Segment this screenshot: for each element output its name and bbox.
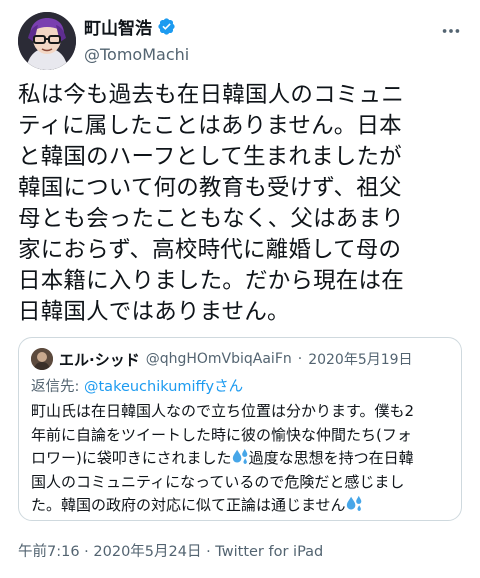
quoted-tweet-text: 町山氏は在日韓国人なので立ち位置は分かります。僕も2 年前に自論をツイートした時… — [31, 400, 455, 518]
meta-separator-2: · — [201, 544, 216, 560]
verified-badge-icon — [158, 18, 175, 35]
sweat-droplets-icon — [346, 495, 361, 511]
more-options-icon[interactable] — [440, 20, 462, 42]
quoted-date: 2020年5月19日 — [308, 352, 413, 368]
author-avatar[interactable] — [18, 12, 76, 70]
avatar-image-icon — [18, 12, 76, 70]
tweet-text: 私は今も過去も在日韓国人のコミュニ ティに属したことはありません。日本 と韓国の… — [18, 82, 404, 325]
reply-context: 返信先: @takeuchikumiffyさん — [31, 375, 243, 396]
tweet-header: 町山智浩 @TomoMachi — [18, 12, 468, 76]
meta-separator: · — [79, 544, 94, 560]
quoted-avatar-image-icon — [31, 348, 53, 370]
tweet-source[interactable]: Twitter for iPad — [215, 544, 323, 560]
author-display-name[interactable]: 町山智浩 — [84, 14, 152, 39]
quoted-author-avatar — [31, 348, 53, 370]
sweat-droplets-icon — [232, 448, 247, 464]
author-names: 町山智浩 @TomoMachi — [84, 14, 189, 64]
reply-prefix: 返信先: — [31, 379, 84, 395]
tweet-date[interactable]: 2020年5月24日 — [93, 544, 201, 560]
reply-to-link[interactable]: @takeuchikumiffyさん — [84, 379, 243, 395]
quoted-tweet-header: エル·シッド @qhgHOmVbiqAaiFn · 2020年5月19日 — [31, 348, 413, 370]
author-handle[interactable]: @TomoMachi — [84, 45, 189, 64]
quoted-tweet[interactable]: エル·シッド @qhgHOmVbiqAaiFn · 2020年5月19日 返信先… — [18, 337, 462, 521]
quoted-author-handle: @qhgHOmVbiqAaiFn — [145, 351, 292, 367]
tweet-time[interactable]: 午前7:16 — [18, 544, 80, 560]
tweet-metadata: 午前7:16 · 2020年5月24日 · Twitter for iPad — [18, 540, 323, 561]
quoted-separator: · — [297, 351, 303, 367]
author-name-row[interactable]: 町山智浩 — [84, 14, 189, 39]
quoted-author-name: エル·シッド — [59, 350, 140, 369]
